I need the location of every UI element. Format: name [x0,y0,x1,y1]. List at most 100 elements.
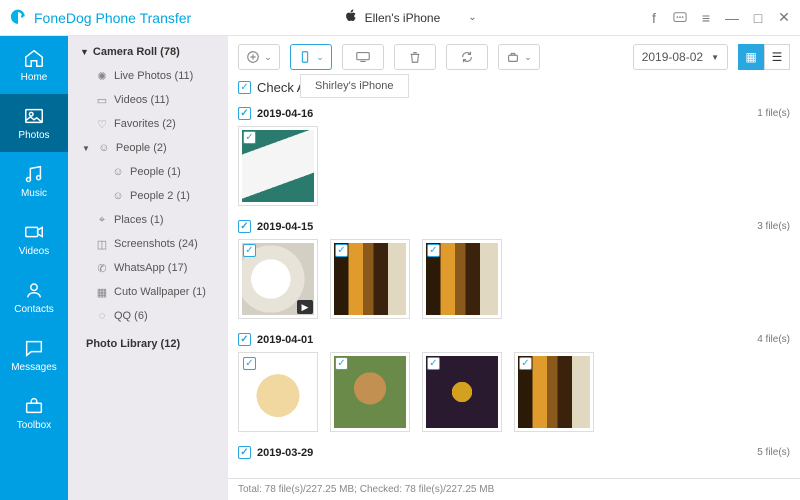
sidebar-item-places[interactable]: ⌖Places (1) [68,208,228,232]
photo-thumb[interactable]: ✓ [330,239,410,319]
more-tools-button[interactable]: ⌄ [498,44,540,70]
date-filter[interactable]: 2019-08-02 ▼ [633,44,728,70]
facebook-icon[interactable]: f [646,10,662,26]
thumb-checkbox[interactable]: ✓ [427,244,440,257]
thumb-checkbox[interactable]: ✓ [243,244,256,257]
group-checkbox[interactable]: ✓ [238,220,251,233]
sidebar-group-photo-library[interactable]: Photo Library (12) [68,328,228,356]
photos-icon [23,105,45,127]
sidebar-item-label: WhatsApp (17) [114,262,187,274]
thumb-checkbox[interactable]: ✓ [335,357,348,370]
nav-toolbox[interactable]: Toolbox [0,384,68,442]
device-name: Ellen's iPhone [365,11,441,25]
export-to-device-button[interactable]: ⌄ [290,44,332,70]
sidebar-item-whatsapp[interactable]: ✆ WhatsApp (17) [68,256,228,280]
refresh-button[interactable] [446,44,488,70]
delete-button[interactable] [394,44,436,70]
sidebar: ▼ Camera Roll (78) ✺Live Photos (11) ▭Vi… [68,36,228,500]
nav-messages[interactable]: Messages [0,326,68,384]
sidebar-item-people-group[interactable]: ▼☺People (2) [68,136,228,160]
whatsapp-icon: ✆ [96,262,108,274]
video-badge-icon: ▶ [297,300,313,314]
main-nav: Home Photos Music Videos Contacts Messag… [0,36,68,500]
photo-thumb[interactable]: ✓ [238,352,318,432]
export-tooltip: Shirley's iPhone [300,74,409,98]
device-selector[interactable]: Ellen's iPhone ⌄ [291,9,531,26]
sidebar-item-cuto[interactable]: ▦ Cuto Wallpaper (1) [68,280,228,304]
sidebar-item-qq[interactable]: ◌ QQ (6) [68,304,228,328]
thumb-checkbox[interactable]: ✓ [335,244,348,257]
maximize-icon[interactable]: □ [750,10,766,26]
group-date: 2019-04-16 [257,108,313,120]
nav-label: Music [21,188,47,199]
feedback-icon[interactable] [672,10,688,26]
grid-view-button[interactable]: ▦ [738,44,764,70]
date-group-header[interactable]: ✓2019-03-295 file(s) [238,440,790,463]
refresh-icon [460,50,474,64]
photo-thumb[interactable]: ✓▶ [238,239,318,319]
date-group-header[interactable]: ✓2019-04-153 file(s) [238,214,790,237]
sidebar-item-favorites[interactable]: ♡Favorites (2) [68,112,228,136]
nav-home[interactable]: Home [0,36,68,94]
photo-thumb[interactable]: ✓ [330,352,410,432]
view-toggle: ▦ ☰ [738,44,790,70]
app-logo-icon [8,8,28,28]
group-checkbox[interactable]: ✓ [238,107,251,120]
date-group-header[interactable]: ✓ 2019-04-16 1 file(s) [238,101,790,124]
date-filter-value: 2019-08-02 [642,50,703,64]
nav-label: Videos [19,246,49,257]
main-panel: ⌄ ⌄ ⌄ 2019-08-02 ▼ ▦ ☰ Shirley's iPhone … [228,36,800,500]
home-icon [23,47,45,69]
add-button[interactable]: ⌄ [238,44,280,70]
qq-icon: ◌ [96,310,108,322]
check-all-checkbox[interactable]: ✓ [238,81,251,94]
nav-music[interactable]: Music [0,152,68,210]
thumb-checkbox[interactable]: ✓ [427,357,440,370]
thumb-checkbox[interactable]: ✓ [243,357,256,370]
toolbox-icon [23,395,45,417]
sidebar-group-camera-roll[interactable]: ▼ Camera Roll (78) [68,40,228,64]
app-title: FoneDog Phone Transfer [34,10,191,26]
sidebar-item-people-1[interactable]: ☺People (1) [68,160,228,184]
group-checkbox[interactable]: ✓ [238,446,251,459]
sidebar-item-live-photos[interactable]: ✺Live Photos (11) [68,64,228,88]
toolbar: ⌄ ⌄ ⌄ 2019-08-02 ▼ ▦ ☰ [228,36,800,78]
sidebar-item-label: People (1) [130,166,181,178]
thumb-checkbox[interactable]: ✓ [519,357,532,370]
menu-icon[interactable]: ≡ [698,10,714,26]
screenshot-icon: ◫ [96,238,108,250]
music-icon [23,163,45,185]
photo-thumb[interactable]: ✓ [514,352,594,432]
nav-videos[interactable]: Videos [0,210,68,268]
nav-label: Contacts [14,304,53,315]
sidebar-item-people-2[interactable]: ☺People 2 (1) [68,184,228,208]
sidebar-item-label: People (2) [116,142,167,154]
minimize-icon[interactable]: — [724,10,740,26]
thumb-checkbox[interactable]: ✓ [243,131,256,144]
sidebar-item-label: QQ (6) [114,310,148,322]
sidebar-item-label: Cuto Wallpaper (1) [114,286,206,298]
sidebar-item-screenshots[interactable]: ◫Screenshots (24) [68,232,228,256]
sidebar-item-label: Places (1) [114,214,164,226]
plus-circle-icon [246,50,260,64]
image-icon: ▦ [96,286,108,298]
photo-thumb[interactable]: ✓ [422,239,502,319]
list-view-button[interactable]: ☰ [764,44,790,70]
nav-contacts[interactable]: Contacts [0,268,68,326]
group-date: 2019-04-15 [257,221,313,233]
heart-icon: ♡ [96,118,108,130]
thumb-row: ✓▶✓✓ [238,237,790,327]
group-checkbox[interactable]: ✓ [238,333,251,346]
nav-label: Photos [18,130,49,141]
close-icon[interactable]: ✕ [776,10,792,26]
photo-thumb[interactable]: ✓ [422,352,502,432]
date-group-header[interactable]: ✓2019-04-014 file(s) [238,327,790,350]
group-count: 1 file(s) [757,108,790,119]
photo-thumb[interactable]: ✓ [238,126,318,206]
nav-photos[interactable]: Photos [0,94,68,152]
export-to-pc-button[interactable] [342,44,384,70]
nav-label: Toolbox [17,420,51,431]
people-icon: ☺ [98,142,110,154]
sidebar-item-videos[interactable]: ▭Videos (11) [68,88,228,112]
caret-down-icon: ▼ [80,47,89,57]
